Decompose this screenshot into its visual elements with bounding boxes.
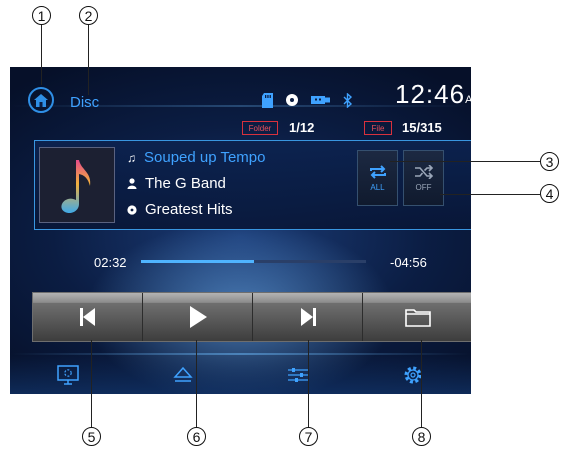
callout-7: 7	[299, 427, 318, 446]
album-art	[39, 147, 115, 223]
usb-icon	[311, 96, 330, 104]
shuffle-button[interactable]: OFF	[403, 150, 444, 206]
file-count: 15/315	[402, 120, 442, 135]
remaining-time: -04:56	[390, 255, 427, 270]
callout-3: 3	[540, 152, 559, 171]
status-icons	[262, 87, 353, 113]
transport-controls	[32, 292, 471, 342]
album-name: Greatest Hits	[145, 201, 233, 218]
leader-line-6	[196, 340, 198, 427]
display-icon	[56, 364, 79, 385]
leader-line-5	[91, 340, 93, 427]
album-row: Greatest Hits	[127, 201, 233, 218]
artist-row: The G Band	[127, 175, 226, 192]
callout-6: 6	[187, 427, 206, 446]
head-unit-screen: Disc 12:46A Folder 1/12 File 15/315 ♫ So…	[10, 67, 471, 394]
leader-line-7	[308, 340, 310, 427]
shuffle-mode-label: OFF	[415, 182, 432, 192]
home-icon	[34, 93, 48, 107]
shuffle-icon	[414, 164, 433, 179]
callout-5: 5	[82, 427, 101, 446]
next-track-button[interactable]	[253, 293, 363, 341]
settings-button[interactable]	[356, 355, 471, 394]
callout-8: 8	[412, 427, 431, 446]
disc-icon	[286, 94, 298, 106]
leader-line-3	[390, 161, 540, 163]
previous-track-button[interactable]	[33, 293, 143, 341]
person-icon	[127, 178, 137, 189]
callout-1: 1	[32, 6, 51, 25]
progress-fill	[141, 260, 254, 263]
skip-previous-icon	[79, 308, 95, 326]
leader-line-1	[41, 25, 43, 85]
skip-next-icon	[300, 308, 316, 326]
equalizer-button[interactable]	[241, 355, 356, 394]
callout-4: 4	[540, 184, 559, 203]
note-icon: ♫	[127, 150, 136, 165]
clock: 12:46A	[395, 79, 471, 110]
folder-tag: Folder	[242, 121, 278, 135]
bottom-bar	[10, 355, 471, 394]
repeat-button[interactable]: ALL	[357, 150, 398, 206]
eject-icon	[173, 366, 193, 382]
track-title: Souped up Tempo	[144, 149, 266, 166]
folder-button[interactable]	[363, 293, 471, 341]
file-tag: File	[364, 121, 392, 135]
play-icon	[189, 306, 207, 328]
track-title-row: ♫ Souped up Tempo	[127, 149, 266, 166]
sd-card-icon	[262, 92, 273, 108]
album-disc-icon	[127, 204, 137, 215]
repeat-icon	[369, 164, 386, 179]
music-note-icon	[61, 160, 91, 214]
repeat-mode-label: ALL	[370, 182, 385, 192]
eject-button[interactable]	[125, 355, 240, 394]
clock-suffix: A	[465, 94, 471, 106]
play-button[interactable]	[143, 293, 253, 341]
equalizer-icon	[288, 367, 309, 382]
elapsed-time: 02:32	[94, 255, 127, 270]
progress-bar[interactable]	[141, 260, 366, 263]
leader-line-8	[421, 340, 423, 427]
folder-count: 1/12	[289, 120, 315, 135]
clock-time: 12:46	[395, 79, 466, 109]
bluetooth-icon	[343, 92, 353, 108]
callout-2: 2	[79, 6, 98, 25]
track-info-panel: ♫ Souped up Tempo The G Band Greatest Hi…	[34, 140, 471, 230]
folder-icon	[404, 309, 431, 327]
leader-line-2	[88, 25, 90, 95]
display-button[interactable]	[10, 355, 125, 394]
home-button[interactable]	[28, 87, 54, 113]
artist-name: The G Band	[145, 175, 226, 192]
source-label[interactable]: Disc	[70, 94, 99, 111]
leader-line-4	[440, 194, 540, 196]
